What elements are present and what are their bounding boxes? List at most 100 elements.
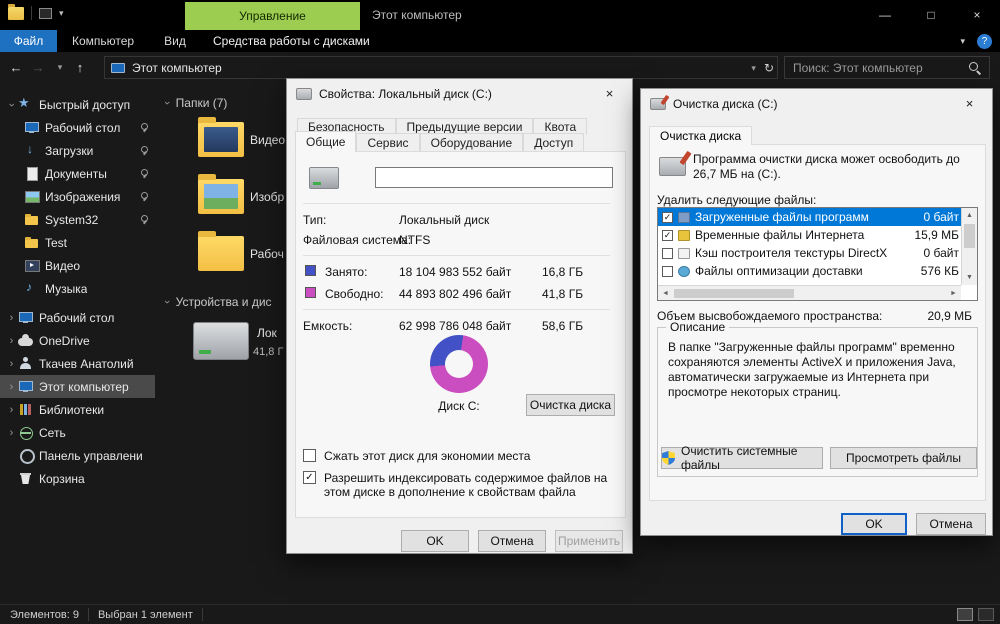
expander-icon[interactable]: › <box>5 381 18 393</box>
refresh-icon[interactable]: ↻ <box>764 61 774 75</box>
tab-disk-tools[interactable]: Средства работы с дисками <box>198 30 385 52</box>
file-menu-button[interactable]: Файл <box>0 30 57 52</box>
scroll-down-icon[interactable]: ▼ <box>962 270 977 285</box>
devices-group-header[interactable]: › Устройства и дис <box>161 295 272 309</box>
tab-general[interactable]: Общие <box>295 131 357 152</box>
checkbox-unchecked[interactable] <box>662 265 673 277</box>
horizontal-scrollbar[interactable]: ◄ ► <box>658 285 961 300</box>
up-button[interactable]: ↑ <box>70 57 90 77</box>
scrollbar-thumb[interactable] <box>674 289 794 298</box>
index-checkbox-row[interactable]: ✓ Разрешить индексировать содержимое фай… <box>303 471 608 499</box>
downloads-icon <box>24 142 39 157</box>
checkbox-checked[interactable]: ✓ <box>662 229 673 241</box>
file-row-downloaded-program-files[interactable]: ✓ Загруженные файлы программ 0 байт <box>658 208 963 226</box>
minimize-button[interactable]: — <box>862 0 908 30</box>
collapse-ribbon-icon[interactable]: ▾ <box>960 36 965 47</box>
details-view-button[interactable] <box>957 608 973 621</box>
tab-disk-cleanup[interactable]: Очистка диска <box>649 126 753 145</box>
cancel-button[interactable]: Отмена <box>916 513 986 535</box>
close-button[interactable]: × <box>954 0 1000 30</box>
disk-cleanup-button[interactable]: Очистка диска <box>526 394 615 416</box>
sidebar-item-this-pc[interactable]: › Этот компьютер <box>0 375 155 398</box>
file-row-directx-cache[interactable]: Кэш построителя текстуры DirectX 0 байт <box>658 244 963 262</box>
directx-cache-icon <box>678 247 690 259</box>
sidebar-item-network[interactable]: › Сеть <box>0 421 155 444</box>
sidebar-item-desktop-root[interactable]: › Рабочий стол <box>0 306 155 329</box>
scroll-left-icon[interactable]: ◄ <box>658 290 673 297</box>
close-icon[interactable]: × <box>587 79 632 108</box>
manage-contextual-tab[interactable]: Управление <box>185 2 360 30</box>
address-dropdown-icon[interactable]: ▾ <box>751 63 756 74</box>
tab-sharing[interactable]: Доступ <box>523 133 585 152</box>
network-icon <box>18 426 33 440</box>
dialog-titlebar[interactable]: Очистка диска (C:) <box>641 89 992 119</box>
dialog-title: Очистка диска (C:) <box>673 97 778 111</box>
help-icon[interactable]: ? <box>977 33 992 49</box>
folders-group-header[interactable]: › Папки (7) <box>161 96 228 110</box>
collapse-group-icon[interactable]: › <box>161 300 173 304</box>
disk-icon <box>296 88 312 100</box>
sidebar-item-test[interactable]: Test <box>0 231 155 254</box>
compress-checkbox-row[interactable]: Сжать этот диск для экономии места <box>303 449 608 463</box>
scrollbar-thumb[interactable] <box>964 224 975 248</box>
apply-button[interactable]: Применить <box>555 530 623 552</box>
file-row-temp-internet-files[interactable]: ✓ Временные файлы Интернета 15,9 МБ <box>658 226 963 244</box>
checkbox-unchecked[interactable] <box>303 449 316 462</box>
sidebar-item-music[interactable]: Музыка <box>0 277 155 300</box>
folder-icon <box>198 174 244 214</box>
collapse-group-icon[interactable]: › <box>161 101 173 105</box>
clean-system-files-button[interactable]: Очистить системные файлы <box>661 444 823 472</box>
sidebar-item-recycle-bin[interactable]: Корзина <box>0 467 155 490</box>
expander-icon[interactable]: › <box>6 98 18 111</box>
file-row-delivery-optimization[interactable]: Файлы оптимизации доставки 576 КБ <box>658 262 963 280</box>
scroll-right-icon[interactable]: ► <box>946 290 961 297</box>
vertical-scrollbar[interactable]: ▲ ▼ <box>961 208 977 285</box>
sidebar-item-onedrive[interactable]: › OneDrive <box>0 329 155 352</box>
expander-icon[interactable]: › <box>5 427 18 439</box>
recent-locations-dropdown[interactable]: ▾ <box>50 57 70 77</box>
customize-toolbar-arrow-icon[interactable]: ▾ <box>59 8 64 19</box>
search-input[interactable] <box>785 57 989 78</box>
tab-hardware[interactable]: Оборудование <box>419 133 524 152</box>
cancel-button[interactable]: Отмена <box>478 530 546 552</box>
sidebar-item-pictures[interactable]: Изображения <box>0 185 155 208</box>
view-files-button[interactable]: Просмотреть файлы <box>830 447 977 469</box>
expander-icon[interactable]: › <box>5 335 18 347</box>
expander-icon[interactable]: › <box>5 358 18 370</box>
folder-icon <box>24 213 39 226</box>
sidebar-item-system32[interactable]: System32 <box>0 208 155 231</box>
expander-icon[interactable]: › <box>5 312 18 324</box>
ok-button[interactable]: OK <box>841 513 907 535</box>
thumbnails-view-button[interactable] <box>978 608 994 621</box>
dialog-titlebar[interactable]: Свойства: Локальный диск (C:) <box>287 79 632 109</box>
sidebar-item-quick-access[interactable]: › Быстрый доступ <box>0 93 155 116</box>
sidebar-item-videos[interactable]: Видео <box>0 254 155 277</box>
properties-shortcut-icon[interactable] <box>39 7 52 19</box>
volume-label-input[interactable] <box>375 167 613 188</box>
close-icon[interactable]: × <box>947 89 992 118</box>
back-button[interactable]: ← <box>6 57 26 77</box>
sidebar-item-libraries[interactable]: › Библиотеки <box>0 398 155 421</box>
checkbox-unchecked[interactable] <box>662 247 673 259</box>
sidebar-item-downloads[interactable]: Загрузки <box>0 139 155 162</box>
ok-button[interactable]: OK <box>401 530 469 552</box>
breadcrumb[interactable]: Этот компьютер <box>132 61 222 75</box>
tab-tools[interactable]: Сервис <box>356 133 420 152</box>
sidebar-item-control-panel[interactable]: Панель управлени <box>0 444 155 467</box>
maximize-button[interactable]: □ <box>908 0 954 30</box>
sidebar-item-desktop[interactable]: Рабочий стол <box>0 116 155 139</box>
tab-view[interactable]: Вид <box>149 30 201 52</box>
sidebar-item-documents[interactable]: Документы <box>0 162 155 185</box>
checkbox-checked[interactable]: ✓ <box>303 471 316 484</box>
expander-icon[interactable]: › <box>5 404 18 416</box>
checkbox-checked[interactable]: ✓ <box>662 211 673 223</box>
search-box[interactable] <box>784 56 990 79</box>
address-field[interactable]: Этот компьютер ▾ ↻ <box>104 56 778 79</box>
forward-button[interactable]: → <box>28 57 48 77</box>
cleanup-file-list[interactable]: ✓ Загруженные файлы программ 0 байт ✓ Вр… <box>657 207 978 301</box>
tab-computer[interactable]: Компьютер <box>57 30 149 52</box>
free-color-swatch <box>305 287 316 298</box>
scroll-up-icon[interactable]: ▲ <box>962 208 977 223</box>
sidebar-item-user-profile[interactable]: › Ткачев Анатолий <box>0 352 155 375</box>
search-icon[interactable] <box>969 62 981 74</box>
